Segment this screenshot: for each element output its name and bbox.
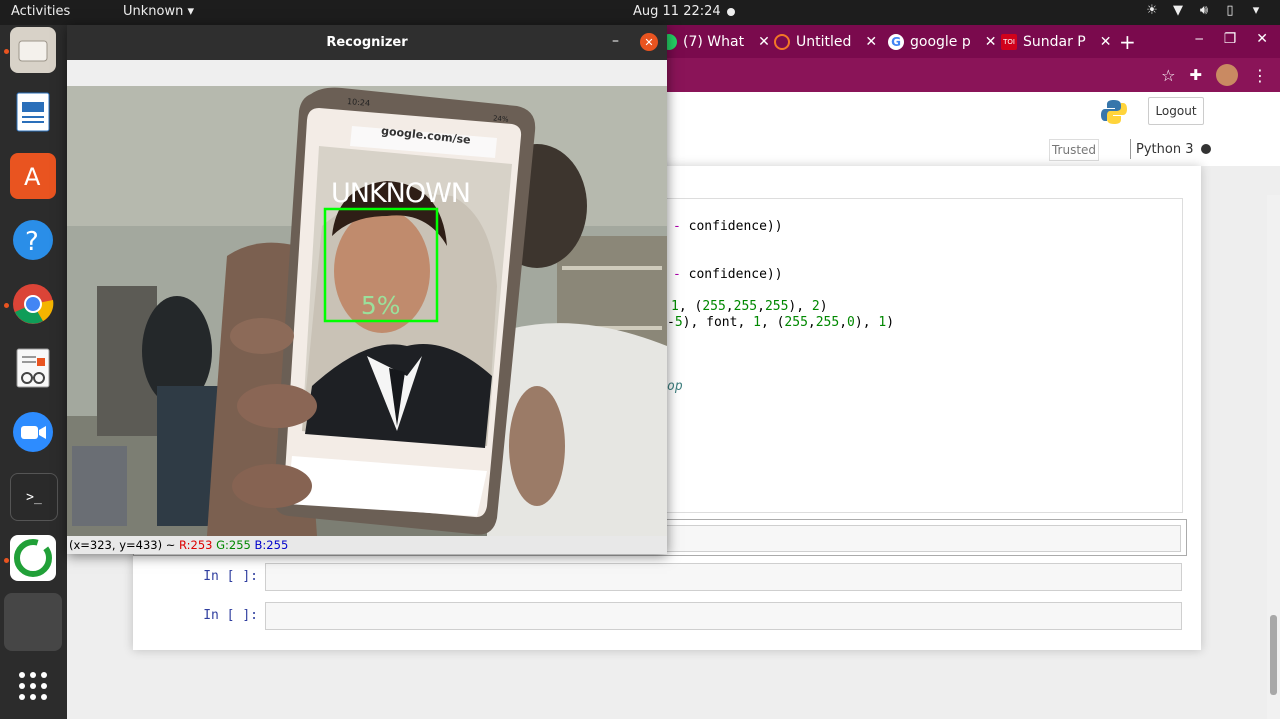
tab-label: Sundar P <box>1023 33 1086 50</box>
extensions-icon[interactable]: ✚ <box>1189 66 1202 84</box>
cell-prompt: In [ ]: <box>203 608 258 623</box>
avatar[interactable] <box>1216 64 1238 86</box>
close-icon[interactable]: ✕ <box>1100 34 1112 50</box>
kernel-indicator: Python 3 <box>1130 139 1212 159</box>
code-line: -5), font, 1, (255,255,0), 1) <box>667 315 895 330</box>
empty-cell[interactable]: In [ ]: <box>133 602 1183 630</box>
kernel-name: Python 3 <box>1136 141 1194 157</box>
code-line: - confidence)) <box>673 267 783 282</box>
google-icon: G <box>888 33 904 50</box>
minimize-button[interactable]: ‒ <box>1195 31 1204 47</box>
system-tray[interactable]: ☀ ▼ 🔊︎ ▯ ▾ <box>1144 3 1264 19</box>
window-title[interactable]: Recognizer <box>67 25 667 60</box>
close-button[interactable]: ✕ <box>640 33 658 51</box>
brightness-icon: ☀ <box>1146 3 1158 18</box>
toolbar-icons: ☆ ✚ ⋮ <box>1161 64 1268 86</box>
blue-value: B:255 <box>254 538 289 552</box>
cell-prompt: In [ ]: <box>203 569 258 584</box>
new-tab-button[interactable]: + <box>1119 30 1136 54</box>
close-icon[interactable]: ✕ <box>865 34 877 50</box>
software-center-icon[interactable]: A <box>10 153 56 199</box>
clock[interactable]: Aug 11 22:24 <box>633 4 721 19</box>
terminal-icon[interactable]: >_ <box>10 473 58 521</box>
recognizer-window: Recognizer – ✕ 10:24 24% google.com/se U… <box>67 25 667 554</box>
activities-button[interactable]: Activities <box>11 4 70 19</box>
green-value: G:255 <box>216 538 251 552</box>
scrollbar-thumb[interactable] <box>1270 615 1277 695</box>
code-line: - confidence)) <box>673 219 783 234</box>
volume-icon: 🔊︎ <box>1199 3 1209 18</box>
files-icon[interactable] <box>10 27 56 73</box>
empty-cell[interactable]: In [ ]: <box>133 563 1183 591</box>
star-icon[interactable]: ☆ <box>1161 66 1175 85</box>
zoom-icon[interactable] <box>10 409 56 455</box>
dock: A ? >_ <box>0 25 67 719</box>
running-indicator <box>4 303 9 308</box>
close-window-button[interactable]: ✕ <box>1256 31 1268 47</box>
document-viewer-icon[interactable] <box>10 345 56 391</box>
jupyter-icon <box>774 33 790 50</box>
red-value: R:253 <box>179 538 213 552</box>
code-comment: op <box>667 379 683 394</box>
svg-text:?: ? <box>25 227 39 257</box>
tab-google[interactable]: G google p ✕ <box>888 25 996 58</box>
window-controls: ‒ ❐ ✕ <box>1195 31 1268 47</box>
pixel-coords: (x=323, y=433) ~ <box>69 538 180 552</box>
show-applications-icon[interactable] <box>10 663 56 709</box>
help-icon[interactable]: ? <box>10 217 56 263</box>
tab-label: Untitled <box>796 33 852 50</box>
active-window-icon[interactable] <box>4 593 62 651</box>
app-menu[interactable]: Unknown ▾ <box>123 4 194 19</box>
recognition-label: UNKNOWN <box>331 178 471 209</box>
running-indicator <box>4 558 9 563</box>
phone-icon: ▯ <box>1226 3 1234 18</box>
pycharm-icon[interactable] <box>10 535 56 581</box>
cell-input[interactable] <box>265 602 1182 630</box>
kernel-status-icon <box>1201 144 1212 154</box>
maximize-button[interactable]: ❐ <box>1224 31 1237 47</box>
chrome-icon[interactable] <box>10 281 56 327</box>
phone-time: 10:24 <box>346 97 371 108</box>
status-bar: (x=323, y=433) ~ R:253 G:255 B:255 <box>67 536 667 554</box>
tab-toi[interactable]: TOI Sundar P ✕ <box>1001 25 1111 58</box>
toi-icon: TOI <box>1001 33 1017 50</box>
svg-text:A: A <box>24 163 41 189</box>
code-line: 1, (255,255,255), 2) <box>671 299 828 314</box>
top-bar: Activities Unknown ▾ Aug 11 22:24 ☀ ▼ 🔊︎… <box>0 0 1280 25</box>
cell-input[interactable] <box>265 563 1182 591</box>
python-icon <box>1100 98 1128 130</box>
logout-button[interactable]: Logout <box>1148 97 1204 125</box>
chevron-down-icon: ▾ <box>1252 3 1260 18</box>
app-menu-label: Unknown <box>123 4 184 19</box>
writer-icon[interactable] <box>10 89 56 135</box>
terminal-glyph: >_ <box>26 489 42 505</box>
notification-dot <box>727 8 735 16</box>
tab-whatsapp[interactable]: (7) What ✕ <box>661 25 770 58</box>
tab-label: google p <box>910 33 971 50</box>
trusted-badge[interactable]: Trusted <box>1049 139 1099 161</box>
chevron-down-icon: ▾ <box>187 4 195 19</box>
confidence-label: 5% <box>345 291 401 320</box>
window-toolbar <box>67 60 667 86</box>
tab-jupyter[interactable]: Untitled ✕ <box>774 25 877 58</box>
tab-label: (7) What <box>683 33 745 50</box>
wifi-icon: ▼ <box>1173 3 1183 18</box>
camera-feed[interactable]: 10:24 24% google.com/se UNKNOWN 5% <box>67 86 667 536</box>
phone-battery: 24% <box>492 114 509 124</box>
close-icon[interactable]: ✕ <box>985 34 997 50</box>
running-indicator <box>4 49 9 54</box>
close-icon[interactable]: ✕ <box>758 34 770 50</box>
menu-icon[interactable]: ⋮ <box>1252 66 1268 85</box>
minimize-button[interactable]: – <box>612 33 619 49</box>
